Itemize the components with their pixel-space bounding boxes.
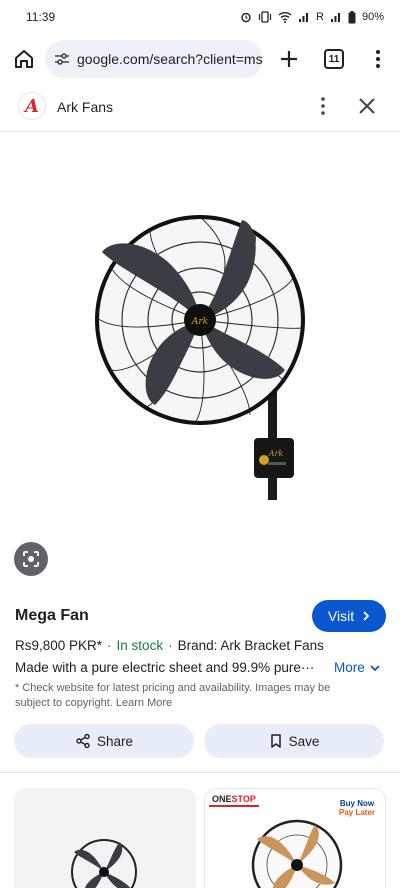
save-button[interactable]: Save bbox=[204, 724, 384, 758]
status-time: 11:39 bbox=[26, 10, 56, 24]
signal-icon bbox=[330, 13, 340, 22]
chevron-down-icon bbox=[370, 664, 380, 671]
kebab-icon[interactable] bbox=[312, 95, 334, 117]
related-product-image bbox=[251, 819, 343, 888]
lens-button[interactable] bbox=[14, 542, 48, 576]
product-brand: Brand: Ark Bracket Fans bbox=[177, 638, 324, 653]
roaming-indicator: R bbox=[316, 11, 324, 23]
site-name: Ark Fans bbox=[57, 99, 114, 115]
visit-button[interactable]: Visit bbox=[312, 600, 386, 632]
home-icon[interactable] bbox=[12, 47, 36, 71]
tune-icon[interactable] bbox=[53, 50, 71, 68]
address-bar[interactable]: google.com/search?client=ms-a bbox=[45, 40, 263, 78]
url-text[interactable]: google.com/search?client=ms-a bbox=[77, 51, 263, 67]
store-badge-stop: STOP bbox=[231, 794, 256, 804]
site-logo: A bbox=[18, 92, 46, 120]
chevron-right-icon bbox=[363, 611, 370, 621]
more-label: More bbox=[334, 660, 365, 675]
signal-icon bbox=[299, 13, 309, 22]
site-logo-letter: A bbox=[25, 95, 39, 117]
related-product-image bbox=[71, 839, 137, 888]
share-button[interactable]: Share bbox=[14, 724, 194, 758]
store-badge-one: ONE bbox=[212, 794, 232, 804]
product-title: Mega Fan bbox=[15, 607, 89, 624]
share-label: Share bbox=[96, 733, 134, 749]
status-icons: R 90% bbox=[240, 10, 384, 24]
buy-now-text: Buy Now bbox=[339, 799, 375, 808]
wifi-icon bbox=[278, 12, 292, 23]
fan-hub-logo: Ark bbox=[191, 317, 208, 327]
close-icon[interactable] bbox=[356, 95, 378, 117]
product-image[interactable]: Ark Ark bbox=[80, 200, 320, 510]
save-label: Save bbox=[288, 733, 320, 749]
buy-now-badge: Buy Now Pay Later bbox=[335, 799, 379, 817]
alarm-icon bbox=[241, 12, 251, 23]
vibrate-icon bbox=[258, 11, 272, 23]
bookmark-icon bbox=[270, 734, 281, 748]
section-divider bbox=[0, 772, 400, 773]
pay-later-text: Pay Later bbox=[338, 808, 376, 817]
more-link[interactable]: More bbox=[334, 660, 381, 675]
header-divider bbox=[0, 131, 400, 132]
tab-count: 11 bbox=[328, 53, 340, 65]
share-icon bbox=[76, 733, 90, 749]
product-description: Made with a pure electric sheet and 99.9… bbox=[15, 660, 315, 675]
kebab-icon[interactable] bbox=[366, 47, 390, 71]
stock-status: In stock bbox=[116, 638, 164, 653]
tab-switcher-button[interactable]: 11 bbox=[324, 49, 344, 69]
store-badge: ONESTOP bbox=[209, 793, 259, 807]
battery-percent: 90% bbox=[361, 11, 384, 23]
status-bar: 11:39 R 90% bbox=[0, 0, 400, 34]
related-product-card[interactable] bbox=[14, 788, 196, 888]
visit-label: Visit bbox=[327, 608, 355, 624]
battery-icon bbox=[348, 10, 356, 23]
browser-toolbar: google.com/search?client=ms-a 11 bbox=[0, 38, 400, 82]
product-meta: Rs9,800 PKR* · In stock · Brand: Ark Bracket… bbox=[15, 638, 324, 653]
plus-icon[interactable] bbox=[277, 47, 301, 71]
lens-icon bbox=[23, 551, 39, 567]
control-box-logo: Ark bbox=[268, 449, 284, 458]
panel-header: A Ark Fans bbox=[0, 88, 400, 130]
related-product-card[interactable]: ONESTOP Buy Now Pay Later bbox=[204, 788, 386, 888]
disclaimer: * Check website for latest pricing and a… bbox=[15, 682, 331, 709]
product-price: Rs9,800 PKR* bbox=[15, 638, 103, 653]
